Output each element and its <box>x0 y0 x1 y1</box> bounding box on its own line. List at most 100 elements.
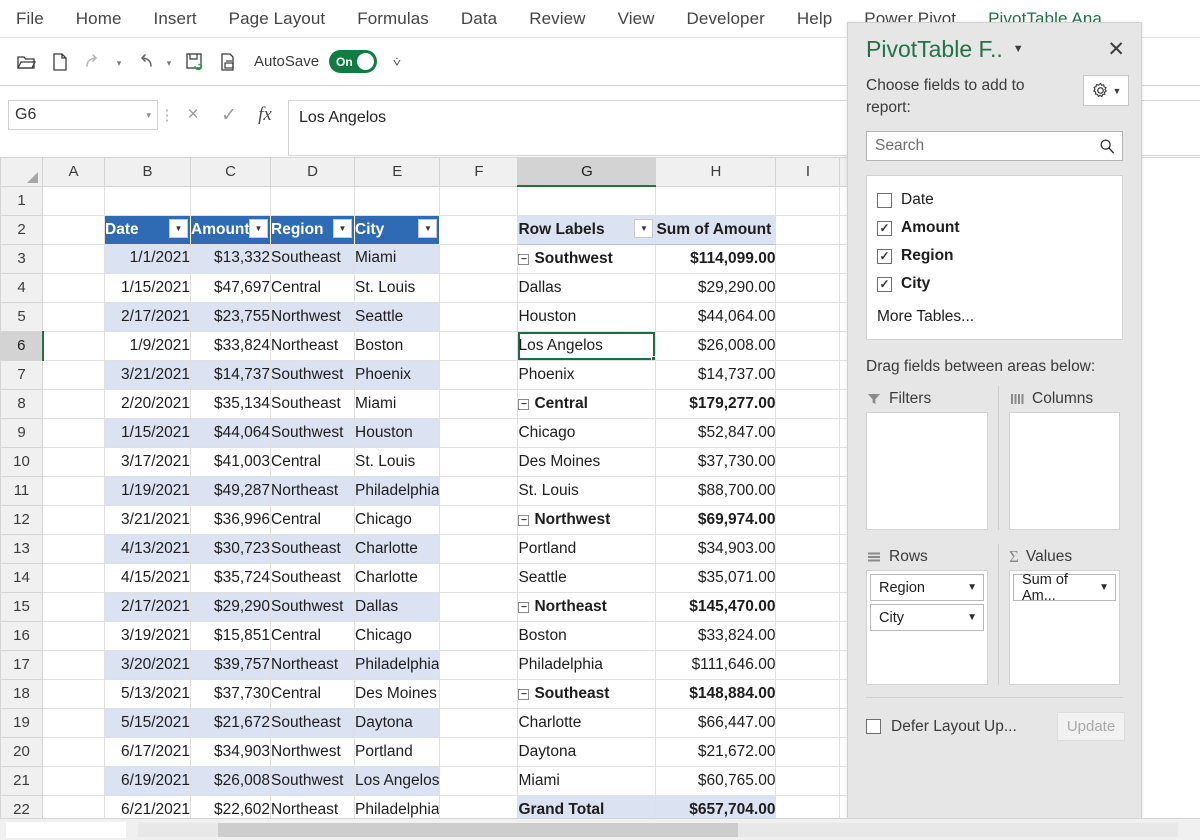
cell-G8[interactable]: − Central <box>517 389 657 419</box>
row-header-12[interactable]: 12 <box>0 504 43 535</box>
cell-F22[interactable] <box>439 795 519 818</box>
cell-D17[interactable]: Northeast <box>270 650 355 680</box>
cell-A19[interactable] <box>42 708 105 738</box>
ribbon-tab-file[interactable]: File <box>0 0 60 38</box>
values-pill-sum-of-am[interactable]: Sum of Am... ▼ <box>1013 572 1116 604</box>
defer-checkbox[interactable] <box>866 719 881 734</box>
ribbon-tab-page-layout[interactable]: Page Layout <box>213 0 342 38</box>
cell-F10[interactable] <box>439 447 519 477</box>
cell-C5[interactable]: $23,755 <box>190 302 271 332</box>
cell-C9[interactable]: $44,064 <box>190 418 271 448</box>
cell-I2[interactable] <box>775 215 841 245</box>
ribbon-tab-help[interactable]: Help <box>781 0 848 38</box>
cell-G13[interactable]: Portland <box>517 534 657 564</box>
cell-B10[interactable]: 3/17/2021 <box>104 447 191 477</box>
row-header-15[interactable]: 15 <box>0 591 43 622</box>
cell-H13[interactable]: $34,903.00 <box>655 534 777 564</box>
name-box[interactable]: G6 ▾ <box>8 100 158 130</box>
cell-D16[interactable]: Central <box>270 621 355 651</box>
cell-F1[interactable] <box>439 186 519 216</box>
cell-F14[interactable] <box>439 563 519 593</box>
cell-A11[interactable] <box>42 476 105 506</box>
cell-G7[interactable]: Phoenix <box>517 360 657 390</box>
cell-E22[interactable]: Philadelphia <box>354 795 441 818</box>
row-header-5[interactable]: 5 <box>0 301 43 332</box>
cell-E8[interactable]: Miami <box>354 389 441 419</box>
cell-A7[interactable] <box>42 360 105 390</box>
column-header-H[interactable]: H <box>655 158 777 187</box>
cell-F11[interactable] <box>439 476 519 506</box>
cell-F18[interactable] <box>439 679 519 709</box>
cell-E10[interactable]: St. Louis <box>354 447 441 477</box>
cell-H4[interactable]: $29,290.00 <box>655 273 777 303</box>
collapse-icon[interactable]: − <box>518 253 530 265</box>
cell-G2[interactable]: Row Labels ▼ <box>517 215 657 245</box>
row-header-7[interactable]: 7 <box>0 359 43 390</box>
cell-C17[interactable]: $39,757 <box>190 650 271 680</box>
cell-C22[interactable]: $22,602 <box>190 795 271 818</box>
row-header-9[interactable]: 9 <box>0 417 43 448</box>
cell-A5[interactable] <box>42 302 105 332</box>
cell-E21[interactable]: Los Angelos <box>354 766 441 796</box>
cell-B13[interactable]: 4/13/2021 <box>104 534 191 564</box>
cell-B21[interactable]: 6/19/2021 <box>104 766 191 796</box>
cell-E16[interactable]: Chicago <box>354 621 441 651</box>
cell-E3[interactable]: Miami <box>354 244 441 274</box>
cell-C20[interactable]: $34,903 <box>190 737 271 767</box>
cell-F20[interactable] <box>439 737 519 767</box>
cell-A12[interactable] <box>42 505 105 535</box>
column-header-D[interactable]: D <box>270 158 355 187</box>
field-checkbox-amount[interactable]: ✓ <box>877 220 892 236</box>
cell-G19[interactable]: Charlotte <box>517 708 657 738</box>
cell-C6[interactable]: $33,824 <box>190 331 271 361</box>
cell-I4[interactable] <box>775 273 841 303</box>
print-preview-icon[interactable] <box>212 46 244 78</box>
insert-function-icon[interactable]: fx <box>248 100 282 130</box>
field-checkbox-city[interactable]: ✓ <box>877 276 892 292</box>
cell-E19[interactable]: Daytona <box>354 708 441 738</box>
cell-F19[interactable] <box>439 708 519 738</box>
cell-B7[interactable]: 3/21/2021 <box>104 360 191 390</box>
cell-F6[interactable] <box>439 331 519 361</box>
row-header-11[interactable]: 11 <box>0 475 43 506</box>
cell-E5[interactable]: Seattle <box>354 302 441 332</box>
cell-F21[interactable] <box>439 766 519 796</box>
cell-B8[interactable]: 2/20/2021 <box>104 389 191 419</box>
cell-H20[interactable]: $21,672.00 <box>655 737 777 767</box>
row-header-8[interactable]: 8 <box>0 388 43 419</box>
cell-H22[interactable]: $657,704.00 <box>655 794 777 818</box>
cell-B14[interactable]: 4/15/2021 <box>104 563 191 593</box>
cell-G10[interactable]: Des Moines <box>517 447 657 477</box>
row-header-19[interactable]: 19 <box>0 707 43 738</box>
collapse-icon[interactable]: − <box>518 514 530 526</box>
cell-G4[interactable]: Dallas <box>517 273 657 303</box>
cell-C19[interactable]: $21,672 <box>190 708 271 738</box>
cell-F15[interactable] <box>439 592 519 622</box>
open-folder-icon[interactable] <box>10 46 42 78</box>
sheet-tab-area[interactable] <box>6 822 126 838</box>
cell-C12[interactable]: $36,996 <box>190 505 271 535</box>
cell-D15[interactable]: Southwest <box>270 592 355 622</box>
chevron-down-icon[interactable]: ▾ <box>146 110 151 121</box>
row-header-4[interactable]: 4 <box>0 272 43 303</box>
cell-G1[interactable] <box>517 186 657 216</box>
cell-C1[interactable] <box>190 186 271 216</box>
cell-H3[interactable]: $114,099.00 <box>655 244 777 274</box>
cell-F5[interactable] <box>439 302 519 332</box>
field-checkbox-date[interactable] <box>877 192 892 208</box>
cell-C3[interactable]: $13,332 <box>190 244 271 274</box>
cell-F17[interactable] <box>439 650 519 680</box>
search-box[interactable] <box>866 131 1123 161</box>
cell-A22[interactable] <box>42 795 105 818</box>
search-input[interactable] <box>875 137 1098 155</box>
cell-A18[interactable] <box>42 679 105 709</box>
cell-D6[interactable]: Northeast <box>270 331 355 361</box>
cell-H14[interactable]: $35,071.00 <box>655 563 777 593</box>
cell-C15[interactable]: $29,290 <box>190 592 271 622</box>
ribbon-tab-view[interactable]: View <box>602 0 671 38</box>
cell-D3[interactable]: Southeast <box>270 244 355 274</box>
cell-D1[interactable] <box>270 186 355 216</box>
cell-C4[interactable]: $47,697 <box>190 273 271 303</box>
cell-E12[interactable]: Chicago <box>354 505 441 535</box>
cell-G11[interactable]: St. Louis <box>517 476 657 506</box>
